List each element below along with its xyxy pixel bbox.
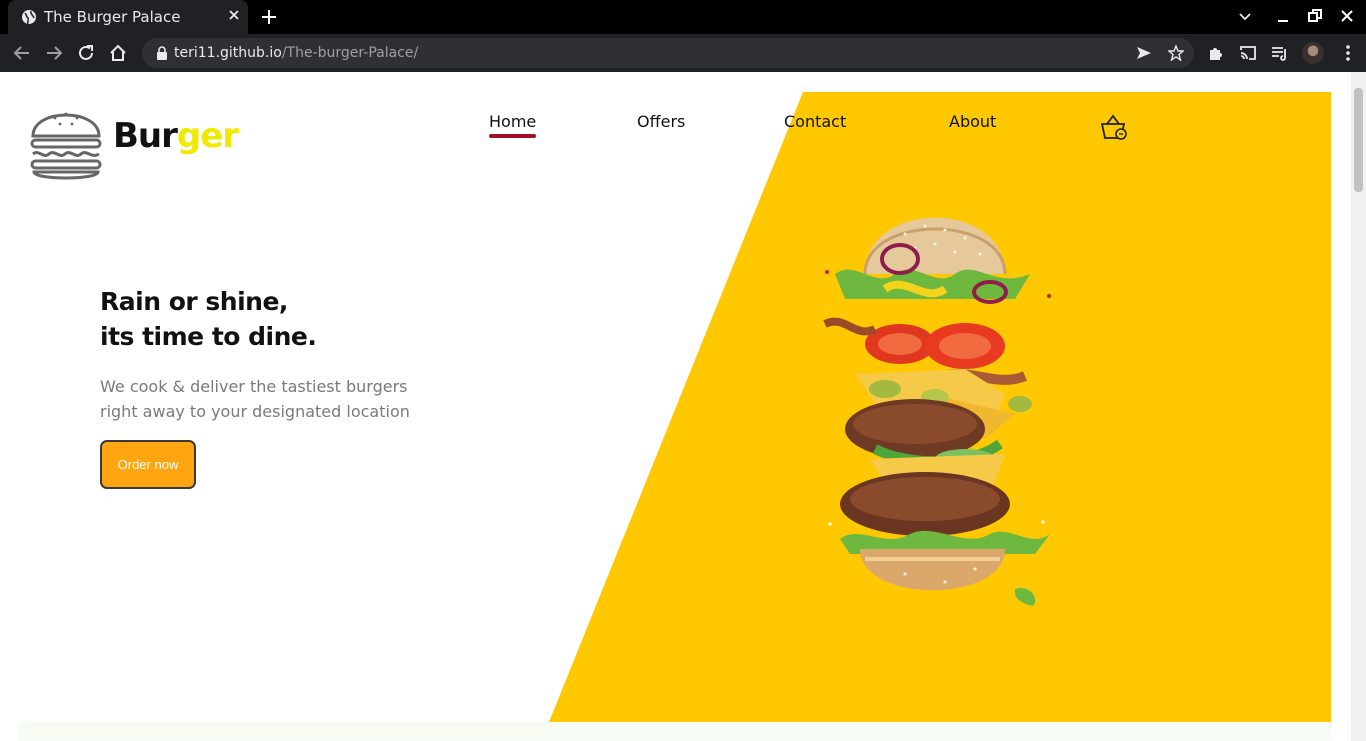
- burger-logo-icon[interactable]: [29, 100, 103, 182]
- minimize-window-icon[interactable]: [1275, 8, 1291, 24]
- profile-avatar[interactable]: [1302, 42, 1324, 64]
- nav-offers[interactable]: Offers: [637, 112, 685, 131]
- home-icon[interactable]: [108, 43, 128, 63]
- tab-search-chevron-icon[interactable]: [1237, 8, 1253, 24]
- extensions-puzzle-icon[interactable]: [1206, 43, 1226, 63]
- url-host: teri11.github.io: [174, 45, 282, 61]
- hero-headline-line2: its time to dine.: [100, 322, 317, 351]
- next-section-strip: [19, 722, 1331, 741]
- hero-subtext-line1: We cook & deliver the tastiest burgers: [100, 377, 408, 396]
- page-viewport: Burger Home Offers Contact About Rain or…: [0, 72, 1366, 741]
- shopping-basket-icon[interactable]: [1099, 112, 1129, 142]
- cast-icon[interactable]: [1238, 43, 1258, 63]
- page-scrollbar[interactable]: [1351, 72, 1366, 741]
- hero-headline: Rain or shine, its time to dine.: [100, 284, 317, 354]
- bookmark-star-icon[interactable]: [1168, 45, 1184, 61]
- tab-title: The Burger Palace: [44, 8, 181, 26]
- exploded-burger-image: [823, 217, 1051, 606]
- hero-section: Burger Home Offers Contact About Rain or…: [19, 92, 1331, 722]
- browser-toolbar: teri11.github.io/The-burger-Palace/: [0, 34, 1366, 72]
- menu-kebab-icon[interactable]: [1338, 43, 1358, 63]
- hero-subtext-line2: right away to your designated location: [100, 402, 410, 421]
- restore-window-icon[interactable]: [1307, 8, 1323, 24]
- nav-home[interactable]: Home: [489, 112, 537, 138]
- reload-icon[interactable]: [76, 43, 96, 63]
- order-now-button[interactable]: Order now: [100, 440, 196, 489]
- nav-about[interactable]: About: [949, 112, 996, 131]
- address-bar[interactable]: teri11.github.io/The-burger-Palace/: [142, 38, 1194, 68]
- logo-text[interactable]: Burger: [113, 116, 239, 156]
- url-path: /The-burger-Palace/: [281, 45, 419, 61]
- logo-text-part2: ger: [176, 116, 239, 156]
- new-tab-icon[interactable]: [260, 8, 278, 26]
- url-text[interactable]: teri11.github.io/The-burger-Palace/: [174, 45, 418, 61]
- browser-tab[interactable]: The Burger Palace: [8, 0, 248, 34]
- close-window-icon[interactable]: [1339, 8, 1355, 24]
- forward-icon[interactable]: [44, 43, 64, 63]
- globe-icon: [22, 10, 36, 25]
- hero-subtext: We cook & deliver the tastiest burgers r…: [100, 374, 440, 424]
- lock-icon[interactable]: [156, 46, 168, 60]
- back-icon[interactable]: [12, 43, 32, 63]
- hero-headline-line1: Rain or shine,: [100, 287, 288, 316]
- scrollbar-thumb[interactable]: [1354, 88, 1363, 192]
- close-tab-icon[interactable]: [226, 7, 242, 23]
- browser-tab-strip: The Burger Palace: [0, 0, 1366, 34]
- nav-contact[interactable]: Contact: [784, 112, 846, 131]
- logo-text-part1: Bur: [113, 116, 178, 156]
- media-queue-icon[interactable]: [1270, 43, 1290, 63]
- send-icon[interactable]: [1136, 45, 1152, 61]
